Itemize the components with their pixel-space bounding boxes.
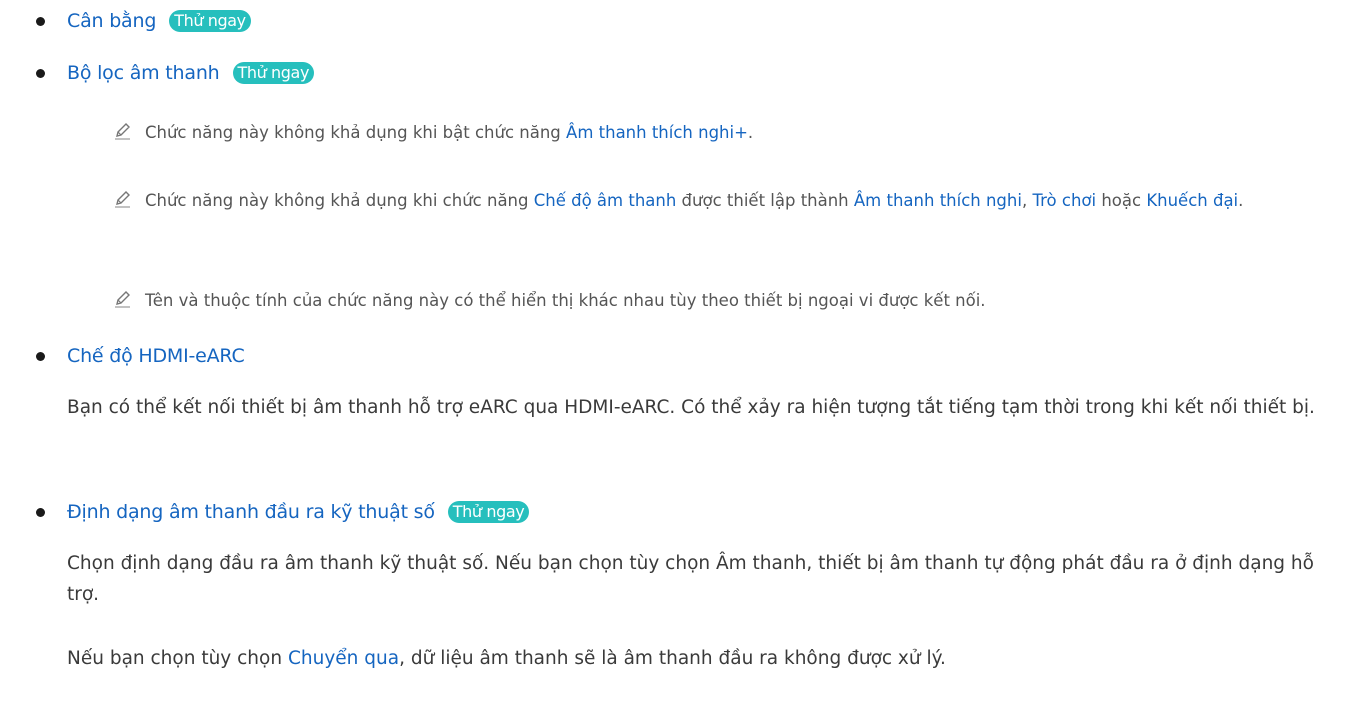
try-now-button[interactable]: Thử ngay xyxy=(169,10,251,32)
note-text: Chức năng này không khả dụng khi chức nă… xyxy=(145,191,534,210)
try-now-button[interactable]: Thử ngay xyxy=(447,501,530,523)
note-text: Tên và thuộc tính của chức năng này có t… xyxy=(145,291,986,310)
list-item-sound-filter: Bộ lọc âm thanh Thử ngay xyxy=(36,58,315,88)
paragraph-digital-output-format: Chọn định dạng đầu ra âm thanh kỹ thuật … xyxy=(67,553,1314,605)
note-text: hoặc xyxy=(1096,191,1147,210)
bullet xyxy=(36,351,45,361)
try-now-button[interactable]: Thử ngay xyxy=(232,62,315,84)
item-title-hdmi-earc[interactable]: Chế độ HDMI-eARC xyxy=(67,345,245,367)
pencil-icon xyxy=(115,123,130,140)
bullet xyxy=(36,16,45,26)
note: Chức năng này không khả dụng khi bật chứ… xyxy=(113,118,1359,147)
note-text: . xyxy=(1238,191,1244,210)
note-text: , xyxy=(1021,191,1033,210)
note: Chức năng này không khả dụng khi chức nă… xyxy=(113,186,1359,215)
paragraph-text: , dữ liệu âm thanh sẽ là âm thanh đầu ra… xyxy=(399,648,946,669)
note-link[interactable]: Chế độ âm thanh xyxy=(534,191,677,210)
passthrough-link[interactable]: Chuyển qua xyxy=(288,648,399,669)
note-link[interactable]: Âm thanh thích nghi xyxy=(854,191,1022,210)
pencil-icon xyxy=(115,291,130,308)
paragraph-hdmi-earc: Bạn có thể kết nối thiết bị âm thanh hỗ … xyxy=(67,397,1315,418)
note-text: . xyxy=(747,123,754,142)
note: Tên và thuộc tính của chức năng này có t… xyxy=(113,286,1359,315)
paragraph-passthrough: Nếu bạn chọn tùy chọn Chuyển qua, dữ liệ… xyxy=(67,643,1317,674)
item-title-sound-filter[interactable]: Bộ lọc âm thanh xyxy=(67,62,220,84)
list-item-digital-output-format: Định dạng âm thanh đầu ra kỹ thuật số Th… xyxy=(36,497,530,527)
note-link[interactable]: Trò chơi xyxy=(1032,191,1096,210)
note-link[interactable]: Âm thanh thích nghi+ xyxy=(566,123,748,142)
note-text: được thiết lập thành xyxy=(676,191,854,210)
list-item-equalizer: Cân bằng Thử ngay xyxy=(36,6,251,36)
list-item-hdmi-earc: Chế độ HDMI-eARC xyxy=(36,341,245,371)
pencil-icon xyxy=(115,191,130,208)
note-link[interactable]: Khuếch đại xyxy=(1146,191,1238,210)
bullet xyxy=(36,68,45,78)
paragraph-text: Nếu bạn chọn tùy chọn xyxy=(67,648,288,669)
item-title-equalizer[interactable]: Cân bằng xyxy=(67,10,156,32)
bullet xyxy=(36,507,45,517)
item-title-digital-output-format[interactable]: Định dạng âm thanh đầu ra kỹ thuật số xyxy=(67,501,435,523)
note-text: Chức năng này không khả dụng khi bật chứ… xyxy=(145,123,567,142)
